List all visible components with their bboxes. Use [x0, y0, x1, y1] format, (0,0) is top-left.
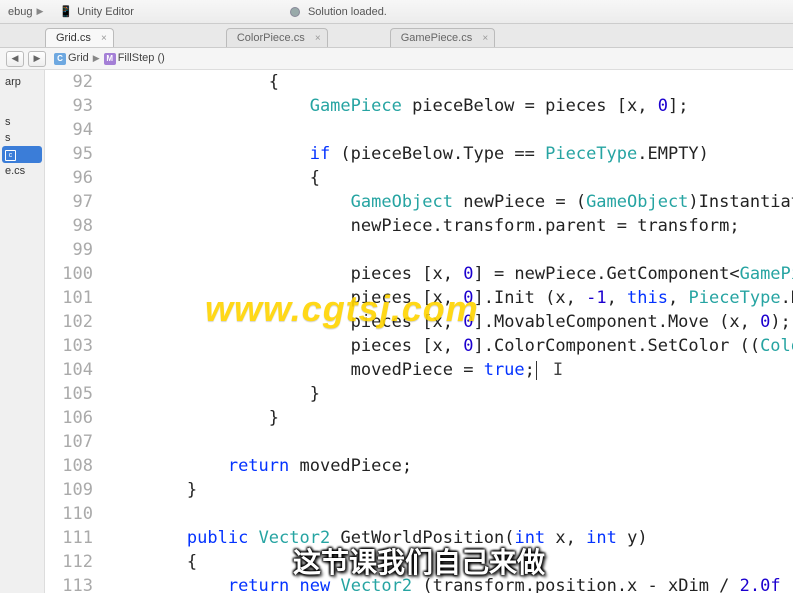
code-text[interactable]: } — [105, 406, 793, 430]
code-text[interactable]: { — [105, 70, 793, 94]
code-line[interactable]: 110 — [45, 502, 793, 526]
class-icon: C — [54, 53, 66, 65]
code-text[interactable]: { — [105, 550, 793, 574]
code-text[interactable]: return new Vector2 (transform.position.x… — [105, 574, 793, 593]
code-text[interactable]: pieces [x, 0] = newPiece.GetComponent<Ga… — [105, 262, 793, 286]
close-icon[interactable]: × — [101, 33, 107, 44]
code-line[interactable]: 109 } — [45, 478, 793, 502]
tab-bar: Grid.cs× ColorPiece.cs× GamePiece.cs× — [0, 24, 793, 48]
code-text[interactable] — [105, 430, 793, 454]
code-line[interactable]: 92 { — [45, 70, 793, 94]
tab-grid-cs[interactable]: Grid.cs× — [45, 28, 114, 47]
code-line[interactable]: 98 newPiece.transform.parent = transform… — [45, 214, 793, 238]
line-number: 110 — [45, 502, 105, 526]
code-line[interactable]: 94 — [45, 118, 793, 142]
file-icon: c — [5, 150, 16, 161]
code-text[interactable]: newPiece.transform.parent = transform; — [105, 214, 793, 238]
chevron-right-icon: ▶ — [93, 53, 100, 64]
code-line[interactable]: 108 return movedPiece; — [45, 454, 793, 478]
code-line[interactable]: 99 — [45, 238, 793, 262]
breadcrumb: ◀ ▶ CGrid ▶ MFillStep () — [0, 48, 793, 70]
sidebar-file-item[interactable]: s — [2, 130, 42, 146]
nav-forward-button[interactable]: ▶ — [28, 51, 46, 67]
sidebar-file-item-selected[interactable]: c — [2, 146, 42, 163]
code-line[interactable]: 96 { — [45, 166, 793, 190]
line-number: 100 — [45, 262, 105, 286]
solution-status: Solution loaded. — [282, 6, 395, 18]
line-number: 113 — [45, 574, 105, 593]
code-text[interactable]: { — [105, 166, 793, 190]
code-text[interactable] — [105, 502, 793, 526]
code-text[interactable]: if (pieceBelow.Type == PieceType.EMPTY) — [105, 142, 793, 166]
code-text[interactable] — [105, 238, 793, 262]
line-number: 104 — [45, 358, 105, 382]
line-number: 106 — [45, 406, 105, 430]
line-number: 111 — [45, 526, 105, 550]
line-number: 107 — [45, 430, 105, 454]
sidebar-file-item[interactable]: s — [2, 114, 42, 130]
code-text[interactable]: pieces [x, 0].MovableComponent.Move (x, … — [105, 310, 793, 334]
code-line[interactable]: 107 — [45, 430, 793, 454]
line-number: 96 — [45, 166, 105, 190]
line-number: 103 — [45, 334, 105, 358]
sidebar-lang-label: arp — [2, 74, 42, 90]
close-icon[interactable]: × — [482, 33, 488, 44]
code-line[interactable]: 113 return new Vector2 (transform.positi… — [45, 574, 793, 593]
code-text[interactable]: } — [105, 478, 793, 502]
code-text[interactable]: GamePiece pieceBelow = pieces [x, 0]; — [105, 94, 793, 118]
close-icon[interactable]: × — [315, 33, 321, 44]
code-text[interactable]: } — [105, 382, 793, 406]
code-line[interactable]: 112 { — [45, 550, 793, 574]
build-target[interactable]: 📱 Unity Editor — [51, 5, 142, 18]
line-number: 102 — [45, 310, 105, 334]
code-editor[interactable]: 92 {93 GamePiece pieceBelow = pieces [x,… — [45, 70, 793, 593]
breadcrumb-method[interactable]: MFillStep () — [104, 52, 165, 65]
code-line[interactable]: 100 pieces [x, 0] = newPiece.GetComponen… — [45, 262, 793, 286]
code-line[interactable]: 104 movedPiece = true;I — [45, 358, 793, 382]
code-line[interactable]: 103 pieces [x, 0].ColorComponent.SetColo… — [45, 334, 793, 358]
toolbar: ebug ▶ 📱 Unity Editor Solution loaded. — [0, 0, 793, 24]
tab-gamepiece-cs[interactable]: GamePiece.cs× — [390, 28, 496, 47]
line-number: 101 — [45, 286, 105, 310]
code-line[interactable]: 93 GamePiece pieceBelow = pieces [x, 0]; — [45, 94, 793, 118]
chevron-right-icon: ▶ — [36, 6, 43, 17]
code-line[interactable]: 102 pieces [x, 0].MovableComponent.Move … — [45, 310, 793, 334]
breadcrumb-class[interactable]: CGrid — [54, 52, 89, 65]
status-dot-icon — [290, 7, 300, 17]
line-number: 99 — [45, 238, 105, 262]
code-text[interactable]: public Vector2 GetWorldPosition(int x, i… — [105, 526, 793, 550]
line-number: 92 — [45, 70, 105, 94]
code-text[interactable]: GameObject newPiece = (GameObject)Instan… — [105, 190, 793, 214]
code-text[interactable]: movedPiece = true;I — [105, 358, 793, 382]
code-line[interactable]: 97 GameObject newPiece = (GameObject)Ins… — [45, 190, 793, 214]
code-text[interactable] — [105, 118, 793, 142]
line-number: 94 — [45, 118, 105, 142]
line-number: 93 — [45, 94, 105, 118]
code-text[interactable]: return movedPiece; — [105, 454, 793, 478]
code-line[interactable]: 95 if (pieceBelow.Type == PieceType.EMPT… — [45, 142, 793, 166]
line-number: 98 — [45, 214, 105, 238]
code-line[interactable]: 101 pieces [x, 0].Init (x, -1, this, Pie… — [45, 286, 793, 310]
code-line[interactable]: 111 public Vector2 GetWorldPosition(int … — [45, 526, 793, 550]
line-number: 108 — [45, 454, 105, 478]
tab-colorpiece-cs[interactable]: ColorPiece.cs× — [226, 28, 328, 47]
nav-back-button[interactable]: ◀ — [6, 51, 24, 67]
sidebar-file-item[interactable]: e.cs — [2, 163, 42, 179]
code-line[interactable]: 106 } — [45, 406, 793, 430]
line-number: 95 — [45, 142, 105, 166]
build-config[interactable]: ebug ▶ — [0, 6, 51, 18]
code-line[interactable]: 105 } — [45, 382, 793, 406]
line-number: 105 — [45, 382, 105, 406]
method-icon: M — [104, 53, 116, 65]
line-number: 112 — [45, 550, 105, 574]
line-number: 97 — [45, 190, 105, 214]
code-text[interactable]: pieces [x, 0].Init (x, -1, this, PieceTy… — [105, 286, 793, 310]
code-text[interactable]: pieces [x, 0].ColorComponent.SetColor ((… — [105, 334, 793, 358]
sidebar: arp s s c e.cs — [0, 70, 45, 593]
line-number: 109 — [45, 478, 105, 502]
